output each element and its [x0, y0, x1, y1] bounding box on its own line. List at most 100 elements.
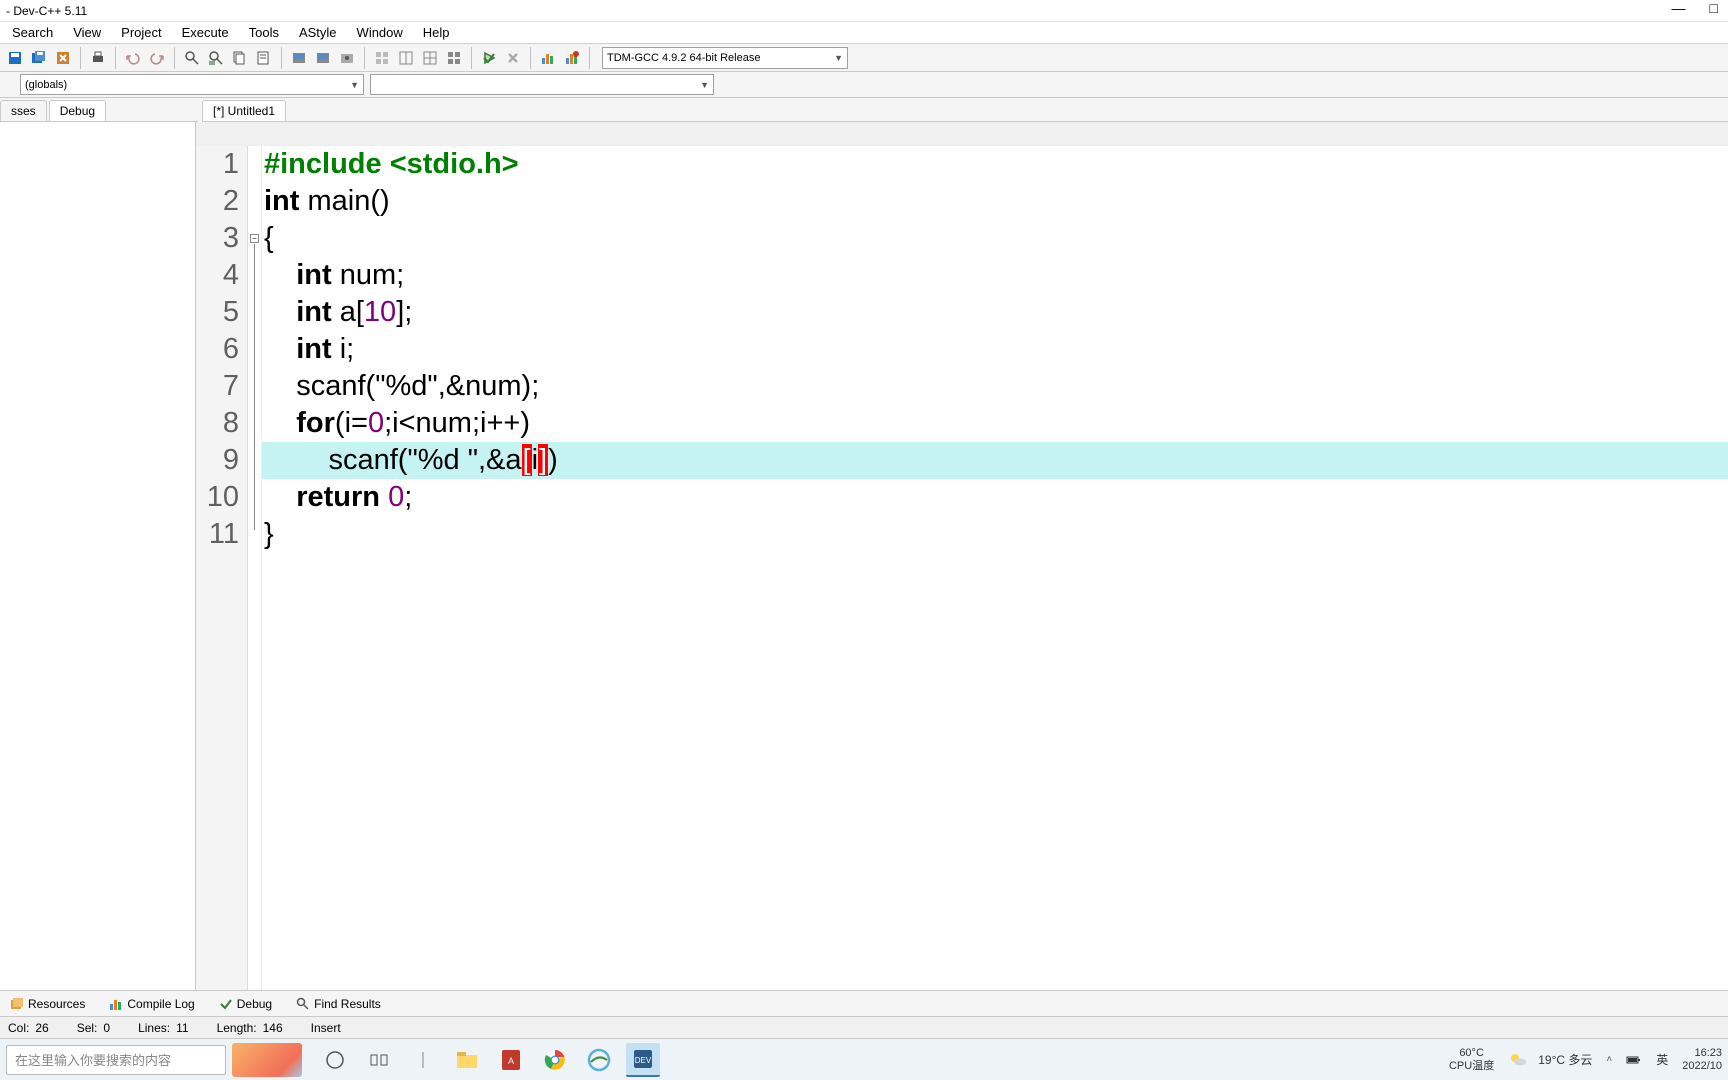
file-explorer-icon[interactable]: [450, 1043, 484, 1077]
side-tab-debug[interactable]: Debug: [49, 100, 106, 121]
code-line[interactable]: for(i=0;i<num;i++): [262, 405, 1728, 442]
scope-select[interactable]: (globals) ▼: [20, 74, 364, 95]
pdf-reader-icon[interactable]: A: [494, 1043, 528, 1077]
layout2-button[interactable]: [419, 47, 441, 69]
save-all-button[interactable]: [28, 47, 50, 69]
replace-button[interactable]: [205, 47, 227, 69]
status-bar: Col:26 Sel:0 Lines:11 Length:146 Insert: [0, 1016, 1728, 1038]
svg-text:DEV: DEV: [635, 1056, 652, 1065]
status-sel: Sel:0: [77, 1021, 110, 1035]
devcpp-icon[interactable]: DEV: [626, 1043, 660, 1077]
find-results-icon: [296, 997, 310, 1011]
taskbar-search-input[interactable]: 在这里输入你要搜索的内容: [6, 1045, 226, 1075]
code-line[interactable]: scanf("%d ",&a[i]): [262, 442, 1728, 479]
debug-icon: [219, 997, 233, 1011]
menu-project[interactable]: Project: [111, 23, 171, 42]
cpu-temp-widget[interactable]: 60°C CPU温度: [1449, 1047, 1494, 1073]
bottom-tab-compile-log[interactable]: Compile Log: [103, 995, 200, 1013]
line-number: 2: [196, 183, 239, 220]
minimize-button[interactable]: —: [1672, 0, 1686, 16]
chevron-down-icon: ▼: [834, 53, 843, 63]
profile-button[interactable]: [537, 47, 559, 69]
taskbar-search-placeholder: 在这里输入你要搜索的内容: [15, 1050, 171, 1069]
side-panel: [0, 122, 196, 990]
line-number: 10: [196, 479, 239, 516]
bottom-tab-debug[interactable]: Debug: [213, 995, 278, 1013]
debug-start-button[interactable]: [478, 47, 500, 69]
taskbar-clock[interactable]: 16:23 2022/10: [1682, 1047, 1722, 1073]
bottom-tab-find-results[interactable]: Find Results: [290, 995, 387, 1013]
save-button[interactable]: [4, 47, 26, 69]
svg-text:A: A: [508, 1056, 514, 1066]
code-lines[interactable]: #include <stdio.h>int main(){ int num; i…: [262, 146, 1728, 990]
rebuild-button[interactable]: [371, 47, 393, 69]
side-tab-classes[interactable]: sses: [0, 100, 47, 121]
menu-tools[interactable]: Tools: [239, 23, 289, 42]
code-line[interactable]: int main(): [262, 183, 1728, 220]
editor-pane: 1234567891011 − #include <stdio.h>int ma…: [196, 122, 1728, 990]
tray-chevron-icon[interactable]: ˄: [1606, 1054, 1612, 1065]
status-lines: Lines:11: [138, 1021, 189, 1035]
chrome-icon[interactable]: [538, 1043, 572, 1077]
symbol-toolbar: (globals) ▼ ▼: [0, 72, 1728, 98]
fold-column: −: [248, 146, 262, 990]
redo-button[interactable]: [146, 47, 168, 69]
code-line[interactable]: scanf("%d",&num);: [262, 368, 1728, 405]
find-in-files-button[interactable]: [229, 47, 251, 69]
layout3-button[interactable]: [443, 47, 465, 69]
line-number-gutter: 1234567891011: [196, 146, 248, 990]
line-number: 7: [196, 368, 239, 405]
weather-widget[interactable]: 19°C 多云: [1508, 1050, 1592, 1070]
print-button[interactable]: [87, 47, 109, 69]
line-number: 9: [196, 442, 239, 479]
layout1-button[interactable]: [395, 47, 417, 69]
compiler-select[interactable]: TDM-GCC 4.9.2 64-bit Release ▼: [602, 47, 848, 69]
taskbar-decoration: [232, 1043, 302, 1077]
editor-tab-untitled1[interactable]: [*] Untitled1: [202, 100, 286, 122]
maximize-button[interactable]: □: [1710, 0, 1718, 16]
resources-icon: [10, 997, 24, 1011]
find-button[interactable]: [181, 47, 203, 69]
bottom-tab-resources[interactable]: Resources: [4, 995, 91, 1013]
code-line[interactable]: int i;: [262, 331, 1728, 368]
code-line[interactable]: int a[10];: [262, 294, 1728, 331]
code-line[interactable]: }: [262, 516, 1728, 553]
cortana-icon[interactable]: [318, 1043, 352, 1077]
chevron-down-icon: ▼: [350, 80, 359, 90]
close-file-button[interactable]: [52, 47, 74, 69]
menu-window[interactable]: Window: [347, 23, 413, 42]
code-line[interactable]: return 0;: [262, 479, 1728, 516]
taskbar-divider-icon: [406, 1043, 440, 1077]
bottom-tab-strip: Resources Compile Log Debug Find Results: [0, 990, 1728, 1016]
menu-execute[interactable]: Execute: [172, 23, 239, 42]
fold-toggle[interactable]: −: [250, 234, 259, 243]
line-number: 8: [196, 405, 239, 442]
ime-indicator[interactable]: 英: [1656, 1051, 1668, 1068]
editor-tab-strip: [*] Untitled1: [198, 98, 286, 122]
battery-icon[interactable]: [1626, 1052, 1642, 1068]
edge-icon[interactable]: [582, 1043, 616, 1077]
line-number: 5: [196, 294, 239, 331]
line-number: 3: [196, 220, 239, 257]
menu-view[interactable]: View: [63, 23, 111, 42]
symbol-select[interactable]: ▼: [370, 74, 714, 95]
menu-astyle[interactable]: AStyle: [289, 23, 347, 42]
chevron-down-icon: ▼: [700, 80, 709, 90]
profile-del-button[interactable]: [561, 47, 583, 69]
compile-log-icon: [109, 997, 123, 1011]
menu-help[interactable]: Help: [413, 23, 460, 42]
menu-search[interactable]: Search: [2, 23, 63, 42]
compile-run-button[interactable]: [336, 47, 358, 69]
task-view-icon[interactable]: [362, 1043, 396, 1077]
debug-stop-button[interactable]: [502, 47, 524, 69]
run-button[interactable]: [312, 47, 334, 69]
code-line[interactable]: #include <stdio.h>: [262, 146, 1728, 183]
code-editor[interactable]: 1234567891011 − #include <stdio.h>int ma…: [196, 146, 1728, 990]
code-line[interactable]: int num;: [262, 257, 1728, 294]
undo-button[interactable]: [122, 47, 144, 69]
goto-line-button[interactable]: [253, 47, 275, 69]
code-line[interactable]: {: [262, 220, 1728, 257]
line-number: 6: [196, 331, 239, 368]
work-area: 1234567891011 − #include <stdio.h>int ma…: [0, 122, 1728, 990]
compile-button[interactable]: [288, 47, 310, 69]
